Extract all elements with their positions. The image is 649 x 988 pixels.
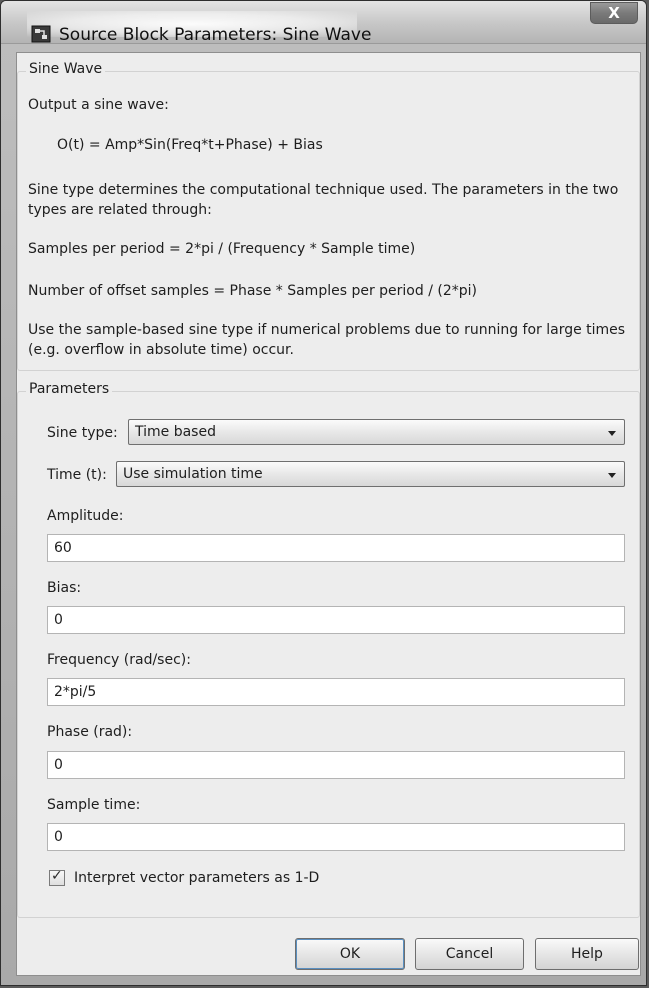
offset-samples-line: Number of offset samples = Phase * Sampl… xyxy=(28,283,477,299)
close-button[interactable]: X xyxy=(590,2,638,24)
close-icon: X xyxy=(608,4,620,22)
checkmark-icon: ✓ xyxy=(51,868,63,884)
simulink-block-icon xyxy=(31,25,51,43)
sample-time-label: Sample time: xyxy=(47,797,141,813)
interpret-vector-label[interactable]: Interpret vector parameters as 1-D xyxy=(74,870,319,886)
frequency-field[interactable] xyxy=(47,678,625,706)
formula-line: O(t) = Amp*Sin(Freq*t+Phase) + Bias xyxy=(57,137,323,153)
sine-type-select[interactable]: Time based xyxy=(128,419,625,445)
phase-label: Phase (rad): xyxy=(47,724,133,740)
description-group-legend: Sine Wave xyxy=(26,61,106,77)
time-label: Time (t): xyxy=(47,467,107,483)
interpret-vector-checkbox[interactable]: ✓ xyxy=(49,868,65,886)
time-value: Use simulation time xyxy=(123,466,263,482)
bias-field[interactable] xyxy=(47,606,625,634)
frequency-label: Frequency (rad/sec): xyxy=(47,652,191,668)
sample-based-note: Use the sample-based sine type if numeri… xyxy=(28,322,626,358)
description-group: Sine Wave Output a sine wave: O(t) = Amp… xyxy=(17,61,640,371)
chevron-down-icon xyxy=(608,431,616,436)
description-paragraph: Sine type determines the computational t… xyxy=(28,182,619,218)
samples-per-period-line: Samples per period = 2*pi / (Frequency *… xyxy=(28,241,416,257)
window-title: Source Block Parameters: Sine Wave xyxy=(59,25,372,45)
amplitude-label: Amplitude: xyxy=(47,508,124,524)
help-button[interactable]: Help xyxy=(535,938,639,970)
parameters-group-legend: Parameters xyxy=(26,381,113,397)
cancel-button[interactable]: Cancel xyxy=(415,938,524,970)
sine-type-value: Time based xyxy=(135,424,216,440)
time-select[interactable]: Use simulation time xyxy=(116,461,625,487)
chevron-down-icon xyxy=(608,473,616,478)
title-bar[interactable]: Source Block Parameters: Sine Wave X xyxy=(1,1,646,45)
amplitude-field[interactable] xyxy=(47,534,625,562)
ok-button[interactable]: OK xyxy=(295,938,405,970)
phase-field[interactable] xyxy=(47,751,625,779)
description-line: Output a sine wave: xyxy=(28,97,169,113)
sine-type-label: Sine type: xyxy=(47,425,118,441)
sample-time-field[interactable] xyxy=(47,823,625,851)
bias-label: Bias: xyxy=(47,580,82,596)
